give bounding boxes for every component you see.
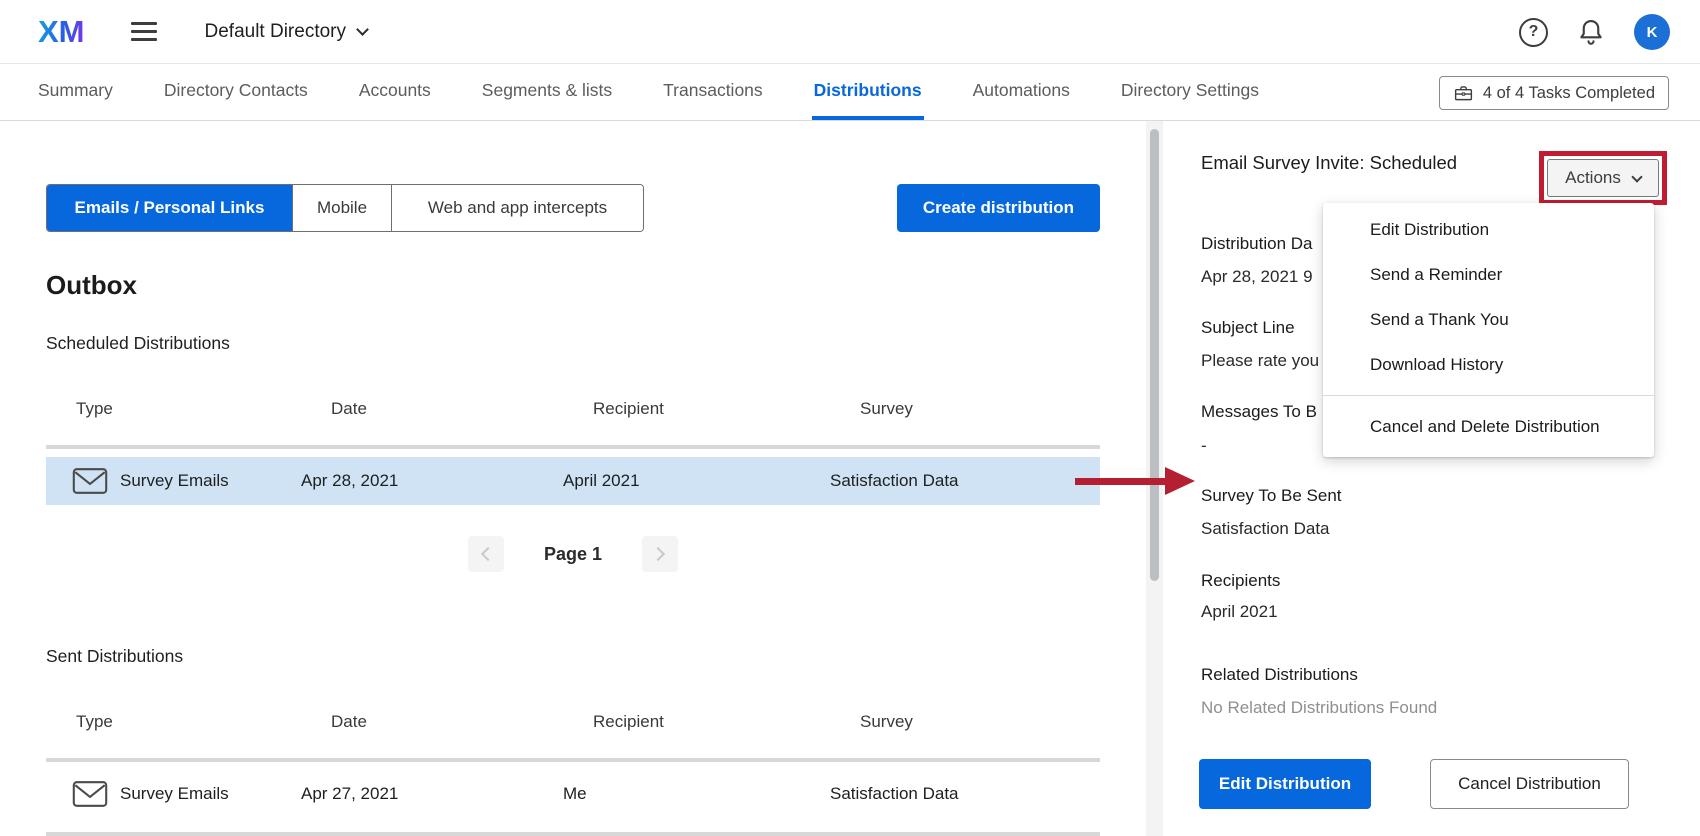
actions-dropdown-menu: Edit Distribution Send a Reminder Send a…	[1323, 203, 1654, 457]
field-label-messages-to-be-sent: Messages To B	[1201, 402, 1317, 422]
help-icon[interactable]: ?	[1519, 18, 1548, 47]
tasks-completed-label: 4 of 4 Tasks Completed	[1483, 84, 1655, 103]
table-row[interactable]: Survey Emails Apr 27, 2021 Me Satisfacti…	[46, 770, 1100, 818]
tab-segments-lists[interactable]: Segments & lists	[480, 64, 614, 120]
briefcase-icon	[1453, 83, 1474, 104]
field-value-recipients: April 2021	[1201, 602, 1278, 622]
row-date: Apr 28, 2021	[301, 471, 563, 491]
create-distribution-button[interactable]: Create distribution	[897, 184, 1100, 232]
field-label-recipients: Recipients	[1201, 571, 1280, 591]
segment-mobile[interactable]: Mobile	[292, 185, 391, 231]
cancel-distribution-button[interactable]: Cancel Distribution	[1430, 759, 1629, 809]
row-recipient: Me	[563, 784, 830, 804]
distribution-toolbar: Emails / Personal Links Mobile Web and a…	[46, 184, 1100, 232]
table-header: Type Date Recipient Survey	[46, 399, 1100, 419]
panel-scrollbar-track	[1146, 121, 1163, 836]
envelope-icon	[72, 467, 108, 495]
row-type: Survey Emails	[120, 471, 229, 491]
distributions-main: Emails / Personal Links Mobile Web and a…	[0, 121, 1146, 836]
field-value-related-distributions: No Related Distributions Found	[1201, 698, 1437, 718]
column-type: Type	[76, 712, 331, 732]
menu-item-cancel-and-delete-distribution[interactable]: Cancel and Delete Distribution	[1323, 404, 1654, 449]
field-value-survey-to-be-sent: Satisfaction Data	[1201, 519, 1330, 539]
top-header: XM Default Directory ? K	[0, 0, 1700, 64]
column-type: Type	[76, 399, 331, 419]
chevron-down-icon	[356, 23, 369, 36]
column-date: Date	[331, 712, 593, 732]
page-indicator: Page 1	[544, 544, 602, 565]
segment-emails-personal-links[interactable]: Emails / Personal Links	[47, 185, 292, 231]
sent-distributions-heading: Sent Distributions	[46, 646, 1146, 667]
field-value-messages-to-be-sent: -	[1201, 436, 1207, 456]
column-survey: Survey	[860, 712, 1100, 732]
menu-item-edit-distribution[interactable]: Edit Distribution	[1323, 207, 1654, 252]
row-type: Survey Emails	[120, 784, 229, 804]
outbox-title: Outbox	[46, 270, 1146, 301]
tab-directory-contacts[interactable]: Directory Contacts	[162, 64, 310, 120]
tab-summary[interactable]: Summary	[36, 64, 115, 120]
row-date: Apr 27, 2021	[301, 784, 563, 804]
panel-title: Email Survey Invite: Scheduled	[1201, 152, 1457, 174]
edit-distribution-button[interactable]: Edit Distribution	[1199, 759, 1371, 809]
table-row[interactable]: Survey Emails Apr 28, 2021 April 2021 Sa…	[46, 457, 1100, 505]
directory-selector[interactable]: Default Directory	[205, 21, 368, 43]
page: XM Default Directory ? K Summary Directo…	[0, 0, 1700, 836]
directory-nav: Summary Directory Contacts Accounts Segm…	[0, 64, 1700, 121]
field-label-related-distributions: Related Distributions	[1201, 665, 1358, 685]
next-page-button[interactable]	[642, 536, 678, 572]
chevron-right-icon	[651, 547, 665, 561]
row-survey: Satisfaction Data	[830, 784, 1100, 804]
previous-page-button[interactable]	[468, 536, 504, 572]
menu-divider	[1323, 395, 1654, 396]
avatar-initial: K	[1647, 24, 1658, 41]
field-label-subject-line: Subject Line	[1201, 318, 1295, 338]
table-header: Type Date Recipient Survey	[46, 712, 1100, 732]
table-divider	[46, 758, 1100, 762]
channel-segmented-control: Emails / Personal Links Mobile Web and a…	[46, 184, 644, 232]
scheduled-distributions-table: Type Date Recipient Survey Survey Emails…	[46, 399, 1100, 505]
tab-list: Summary Directory Contacts Accounts Segm…	[36, 64, 1261, 120]
field-label-distribution-date: Distribution Da	[1201, 234, 1313, 254]
tab-directory-settings[interactable]: Directory Settings	[1119, 64, 1261, 120]
notifications-bell-icon[interactable]	[1576, 17, 1606, 47]
column-recipient: Recipient	[593, 712, 860, 732]
header-right-icons: ? K	[1519, 0, 1700, 64]
field-value-distribution-date: Apr 28, 2021 9	[1201, 267, 1313, 287]
menu-item-download-history[interactable]: Download History	[1323, 342, 1654, 387]
menu-item-send-a-reminder[interactable]: Send a Reminder	[1323, 252, 1654, 297]
table-divider	[46, 832, 1100, 836]
tab-automations[interactable]: Automations	[971, 64, 1072, 120]
xm-logo: XM	[38, 14, 85, 50]
column-recipient: Recipient	[593, 399, 860, 419]
chevron-down-icon	[1631, 171, 1642, 182]
row-recipient: April 2021	[563, 471, 830, 491]
user-avatar[interactable]: K	[1634, 14, 1670, 50]
actions-dropdown-button[interactable]: Actions	[1547, 159, 1659, 197]
column-survey: Survey	[860, 399, 1100, 419]
table-divider	[46, 445, 1100, 449]
segment-web-app-intercepts[interactable]: Web and app intercepts	[391, 185, 643, 231]
chevron-left-icon	[481, 547, 495, 561]
tab-accounts[interactable]: Accounts	[357, 64, 433, 120]
field-value-subject-line: Please rate you	[1201, 351, 1319, 371]
column-date: Date	[331, 399, 593, 419]
row-survey: Satisfaction Data	[830, 471, 1100, 491]
hamburger-menu-icon[interactable]	[131, 22, 157, 41]
sent-distributions-table: Type Date Recipient Survey Survey Emails…	[46, 712, 1100, 836]
annotation-highlight-box: Actions	[1539, 151, 1667, 205]
field-label-survey-to-be-sent: Survey To Be Sent	[1201, 486, 1342, 506]
tasks-completed-button[interactable]: 4 of 4 Tasks Completed	[1439, 76, 1669, 110]
scheduled-distributions-heading: Scheduled Distributions	[46, 333, 1146, 354]
menu-item-send-a-thank-you[interactable]: Send a Thank You	[1323, 297, 1654, 342]
envelope-icon	[72, 780, 108, 808]
pagination: Page 1	[46, 536, 1100, 572]
help-glyph: ?	[1529, 23, 1539, 41]
tab-distributions[interactable]: Distributions	[812, 64, 924, 120]
tab-transactions[interactable]: Transactions	[661, 64, 765, 120]
distribution-detail-panel: Email Survey Invite: Scheduled Actions D…	[1163, 121, 1700, 836]
actions-label: Actions	[1565, 168, 1621, 188]
panel-scrollbar-thumb[interactable]	[1150, 129, 1159, 581]
directory-selector-label: Default Directory	[205, 21, 347, 43]
